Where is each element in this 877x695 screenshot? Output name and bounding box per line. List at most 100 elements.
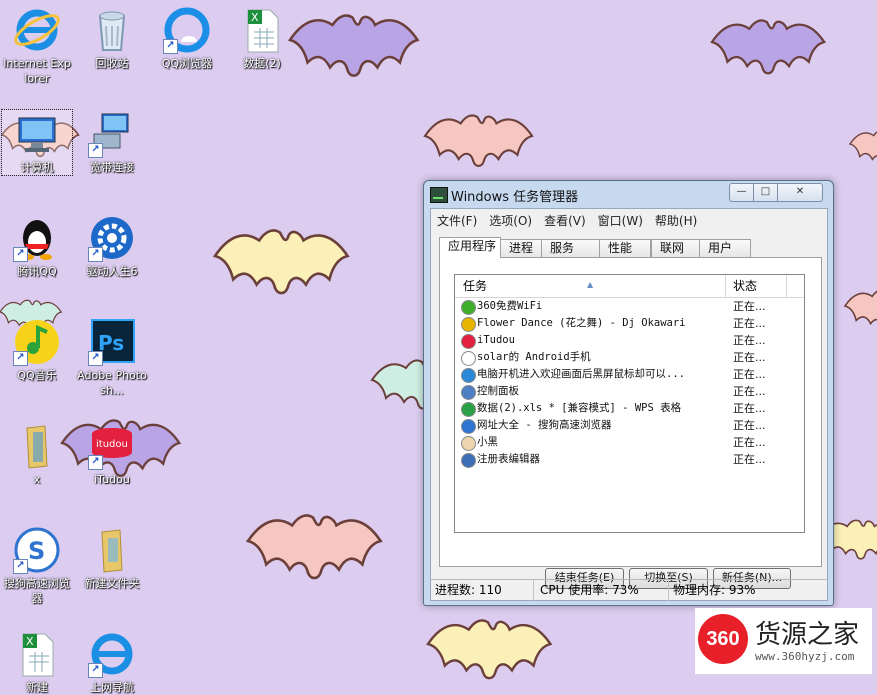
desktop-icon-label: 腾讯QQ [17, 265, 57, 278]
spreadsheet-icon: X [238, 6, 286, 54]
logo-badge: 360 [698, 614, 748, 664]
column-header-task[interactable]: 任务 ▲ [455, 275, 726, 297]
maximize-button[interactable]: □ [753, 183, 778, 202]
desktop-icon-new-folder[interactable]: 新建文件夹 [77, 526, 147, 591]
desktop-icon-label: QQ音乐 [17, 369, 57, 382]
shortcut-arrow-icon: ↗ [88, 663, 103, 678]
shortcut-arrow-icon: ↗ [13, 247, 28, 262]
task-name: Flower Dance (花之舞) - Dj Okawari [477, 317, 686, 329]
task-name: solar的 Android手机 [477, 351, 591, 363]
task-manager-window[interactable]: Windows 任务管理器 — □ ✕ 文件(F) 选项(O) 查看(V) 窗口(W)… [423, 180, 834, 606]
desktop-icon-tencent-qq[interactable]: ↗ 腾讯QQ [2, 214, 72, 279]
svg-text:X: X [251, 11, 259, 24]
task-status: 正在... [733, 453, 766, 466]
desktop-icon-label: 宽带连接 [90, 161, 134, 174]
task-row[interactable]: 数据(2).xls * [兼容模式] - WPS 表格 正在... [455, 400, 804, 417]
sogou-browser-icon: S ↗ [13, 526, 61, 574]
task-row[interactable]: 控制面板 正在... [455, 383, 804, 400]
app-icon [461, 317, 476, 332]
menu-bar: 文件(F) 选项(O) 查看(V) 窗口(W) 帮助(H) [431, 209, 827, 229]
desktop-icon-label: Adobe Photosh... [77, 369, 147, 397]
menu-file[interactable]: 文件(F) [431, 209, 483, 229]
tab-networking[interactable]: 联网 [651, 239, 700, 257]
bat-decoration [246, 514, 382, 580]
task-status: 正在... [733, 334, 766, 347]
menu-help[interactable]: 帮助(H) [649, 209, 703, 229]
task-name: 控制面板 [477, 385, 519, 397]
desktop-icon-new-spreadsheet[interactable]: X 新建 [2, 630, 72, 695]
folder-icon [88, 526, 136, 574]
bat-decoration [710, 19, 826, 75]
tab-performance[interactable]: 性能 [599, 239, 651, 257]
desktop-icon-qq-browser[interactable]: ↗ QQ浏览器 [152, 6, 222, 71]
app-icon [461, 402, 476, 417]
cpu-usage: CPU 使用率: 73% [536, 580, 669, 601]
desktop-icon-recycle-bin[interactable]: 回收站 [77, 6, 147, 71]
column-header-status[interactable]: 状态 [727, 275, 787, 297]
applications-panel: 任务 ▲ 状态 360免费WiFi 正在... Flower Dance (花之舞) … [439, 257, 822, 589]
memory-usage: 物理内存: 93% [673, 583, 756, 597]
task-row[interactable]: solar的 Android手机 正在... [455, 349, 804, 366]
minimize-button[interactable]: — [729, 183, 754, 202]
task-row[interactable]: iTudou 正在... [455, 332, 804, 349]
computer-icon [13, 110, 61, 158]
driver-icon: ↗ [88, 214, 136, 262]
menu-window[interactable]: 窗口(W) [592, 209, 649, 229]
desktop-icon-data-spreadsheet[interactable]: X 数据(2) [227, 6, 297, 71]
desktop-icon-label: 计算机 [20, 161, 54, 174]
shortcut-arrow-icon: ↗ [88, 143, 103, 158]
desktop-icon-internet-explorer[interactable]: Internet Explorer [2, 6, 72, 86]
title-bar[interactable]: Windows 任务管理器 — □ ✕ [424, 181, 833, 207]
tab-applications[interactable]: 应用程序 [439, 237, 501, 258]
task-name: 电脑开机进入欢迎画面后黑屏鼠标却可以... [477, 368, 685, 380]
desktop-icon-folder-x[interactable]: x [2, 422, 72, 487]
task-name: 小黑 [477, 436, 498, 448]
task-status: 正在... [733, 436, 766, 449]
app-icon [461, 385, 476, 400]
shortcut-arrow-icon: ↗ [13, 559, 28, 574]
desktop-icon-label: iTudou [94, 473, 130, 486]
task-row[interactable]: 电脑开机进入欢迎画面后黑屏鼠标却可以... 正在... [455, 366, 804, 383]
task-row[interactable]: 网址大全 - 搜狗高速浏览器 正在... [455, 417, 804, 434]
menu-view[interactable]: 查看(V) [538, 209, 592, 229]
desktop-icon-qq-music[interactable]: ↗ QQ音乐 [2, 318, 72, 383]
ie-icon: ↗ [88, 630, 136, 678]
task-status: 正在... [733, 351, 766, 364]
task-row[interactable]: 360免费WiFi 正在... [455, 298, 804, 315]
menu-options[interactable]: 选项(O) [483, 209, 538, 229]
task-row[interactable]: 小黑 正在... [455, 434, 804, 451]
svg-text:X: X [26, 635, 34, 648]
desktop-icon-photoshop[interactable]: Ps ↗ Adobe Photosh... [77, 318, 147, 398]
bat-decoration [288, 14, 419, 77]
tab-services[interactable]: 服务 [541, 239, 601, 257]
svg-text:itudou: itudou [96, 439, 128, 450]
shortcut-arrow-icon: ↗ [88, 247, 103, 262]
desktop-icon-itudou[interactable]: itudou ↗ iTudou [77, 422, 147, 487]
task-status: 正在... [733, 402, 766, 415]
task-status: 正在... [733, 300, 766, 313]
tab-users[interactable]: 用户 [699, 239, 751, 257]
list-header: 任务 ▲ 状态 [455, 275, 804, 298]
desktop-icon-driver-life[interactable]: ↗ 驱动人生6 [77, 214, 147, 279]
logo-url: www.360hyzj.com [755, 650, 855, 663]
process-count: 进程数: 110 [431, 580, 534, 601]
desktop-icon-broadband[interactable]: ↗ 宽带连接 [77, 110, 147, 175]
status-bar: 进程数: 110 CPU 使用率: 73% 物理内存: 93% [431, 579, 827, 601]
svg-text:S: S [28, 537, 45, 565]
desktop-icon-sogou-browser[interactable]: S ↗ 搜狗高速浏览器 [2, 526, 72, 606]
shortcut-arrow-icon: ↗ [88, 351, 103, 366]
sort-ascending-icon: ▲ [587, 280, 594, 289]
task-name: 网址大全 - 搜狗高速浏览器 [477, 419, 612, 431]
task-status: 正在... [733, 317, 766, 330]
desktop-icon-label: x [33, 473, 41, 486]
spreadsheet-icon: X [13, 630, 61, 678]
desktop-icon-web-nav[interactable]: ↗ 上网导航 [77, 630, 147, 695]
task-row[interactable]: Flower Dance (花之舞) - Dj Okawari 正在... [455, 315, 804, 332]
app-icon [461, 436, 476, 451]
logo-name: 货源之家 [755, 620, 860, 650]
bat-decoration [844, 289, 877, 330]
task-row[interactable]: 注册表编辑器 正在... [455, 451, 804, 468]
task-list[interactable]: 任务 ▲ 状态 360免费WiFi 正在... Flower Dance (花之舞) … [454, 274, 805, 533]
close-button[interactable]: ✕ [777, 183, 823, 202]
desktop-icon-computer[interactable]: 计算机 [1, 109, 73, 176]
